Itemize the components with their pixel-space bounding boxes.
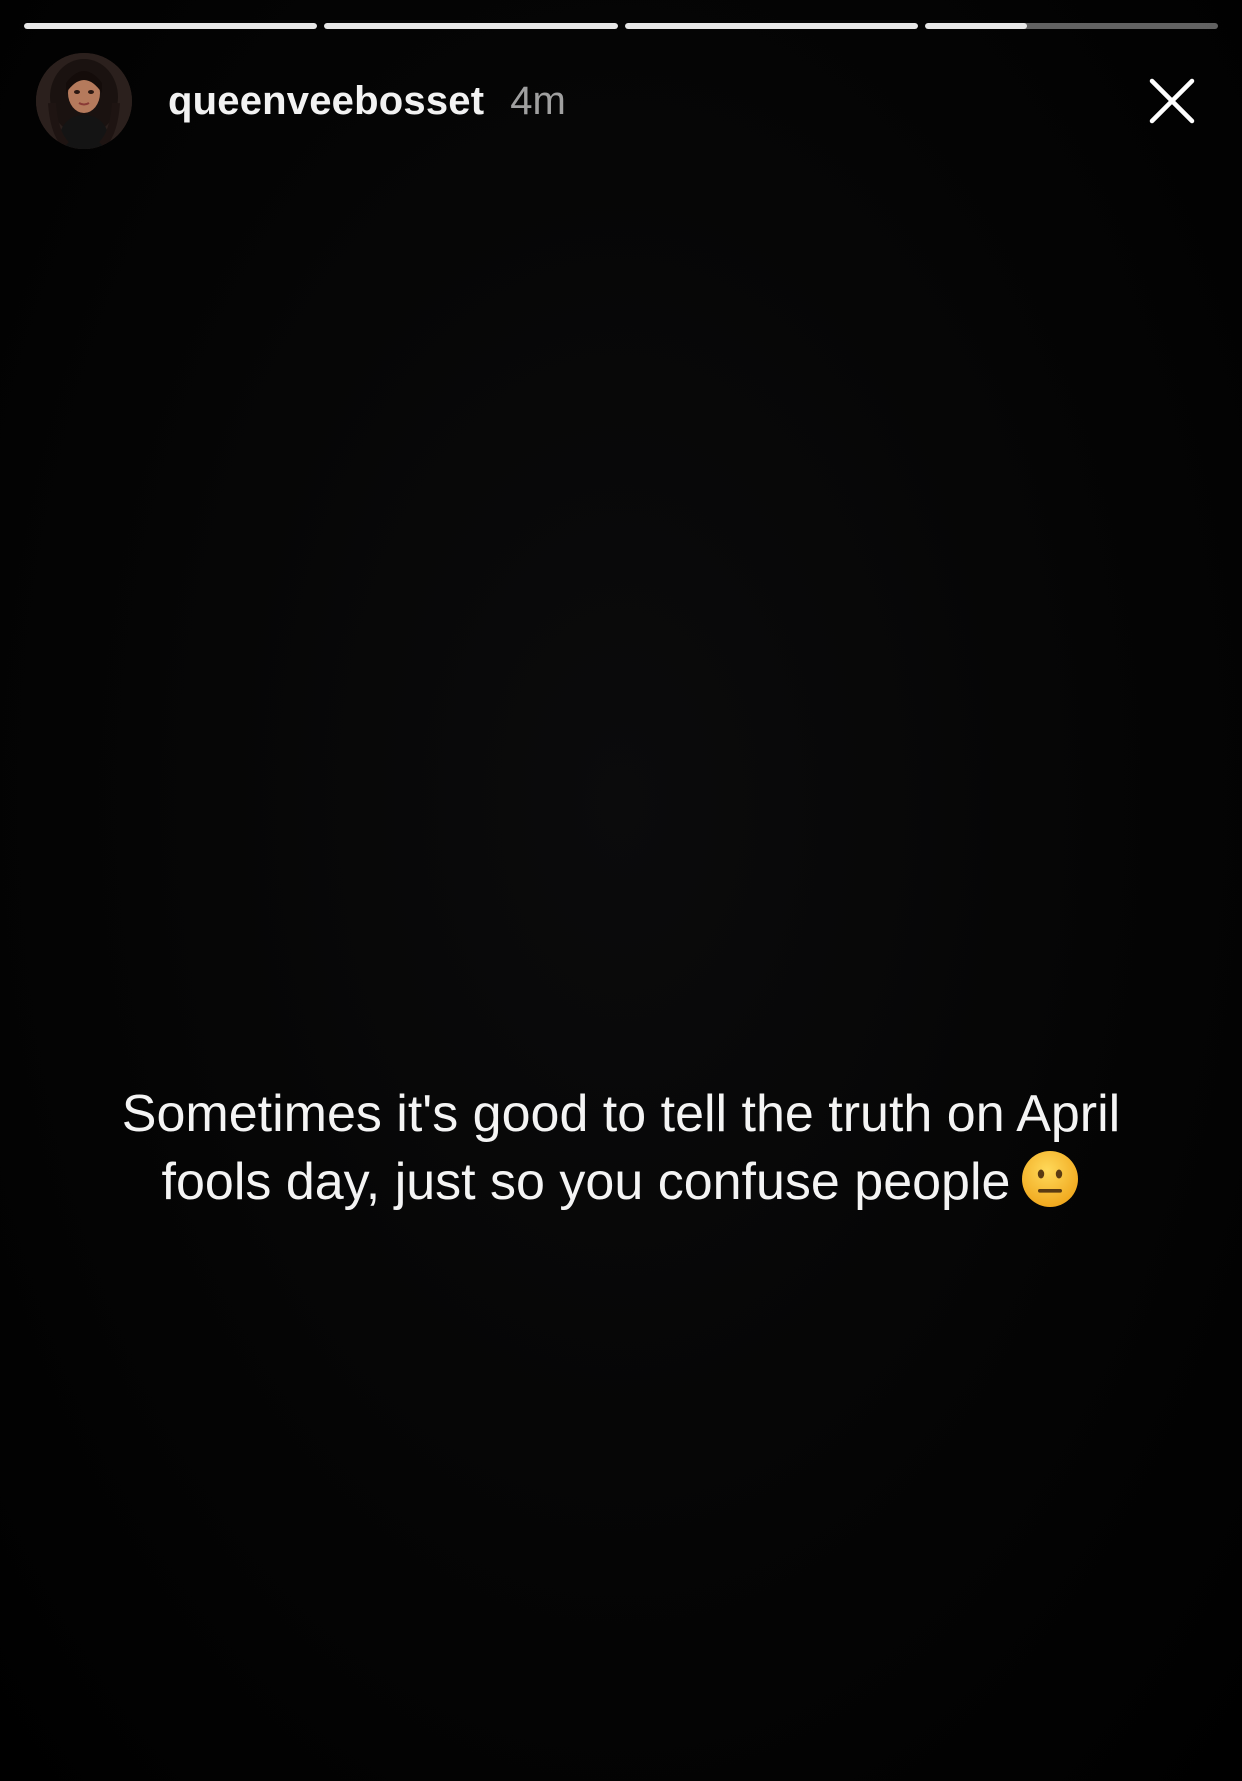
story-header: queenveebosset 4m <box>36 53 1218 149</box>
story-timestamp: 4m <box>510 78 566 123</box>
avatar-image <box>36 53 132 149</box>
story-viewer[interactable]: queenveebosset 4m Sometimes it's good to… <box>0 0 1242 1781</box>
progress-segment-fill <box>624 23 918 29</box>
story-username[interactable]: queenveebosset <box>168 79 484 124</box>
caption-line-2-text: fools day, just so you confuse people <box>161 1153 1011 1211</box>
close-button[interactable] <box>1144 73 1200 129</box>
close-icon <box>1149 78 1195 124</box>
neutral-face-emoji-icon <box>1022 1151 1079 1207</box>
progress-segment-fill <box>24 23 318 29</box>
progress-segment <box>24 23 318 29</box>
avatar[interactable] <box>36 53 132 149</box>
story-caption: Sometimes it's good to tell the truth on… <box>0 1080 1242 1216</box>
progress-segment-fill <box>324 23 618 29</box>
caption-line-1: Sometimes it's good to tell the truth on… <box>121 1085 1121 1143</box>
progress-segment <box>624 23 918 29</box>
progress-segment <box>924 23 1218 29</box>
progress-segment-fill <box>924 23 1028 29</box>
progress-segment <box>324 23 618 29</box>
story-progress-bar <box>24 23 1218 29</box>
caption-line-2: fools day, just so you confuse people <box>0 1148 1242 1216</box>
